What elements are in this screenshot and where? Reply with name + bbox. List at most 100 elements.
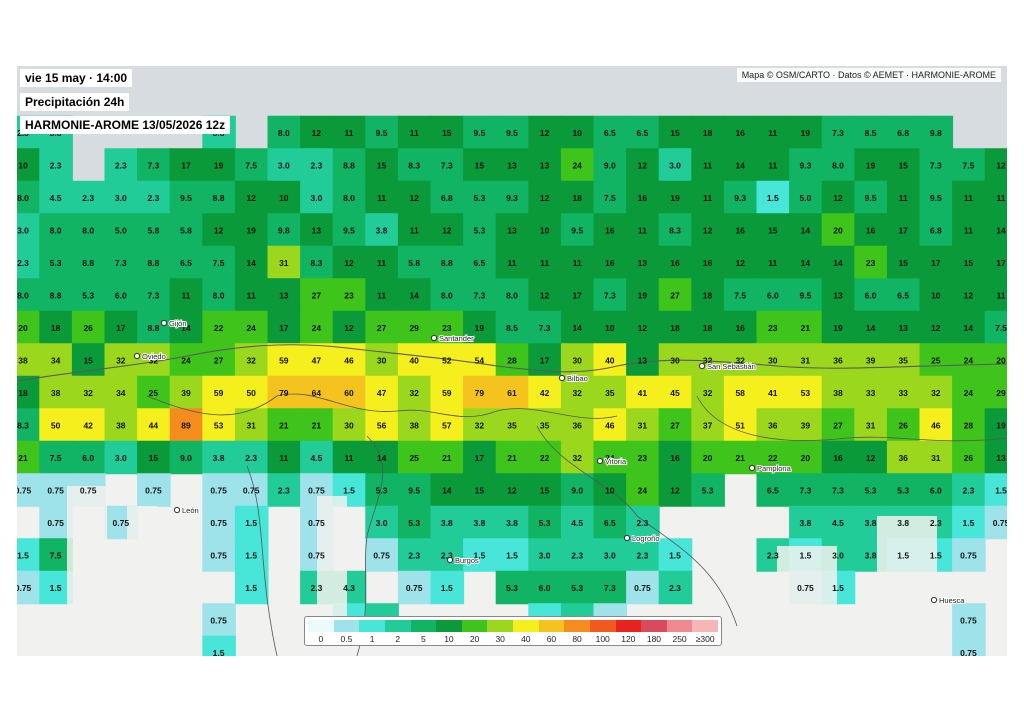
- precip-value: 21: [735, 453, 745, 463]
- precip-value: 8.3: [17, 421, 29, 431]
- precip-value: 17: [931, 258, 941, 268]
- precip-value: 8.8: [213, 193, 225, 203]
- precip-value: 2.3: [767, 551, 779, 561]
- precip-value: 11: [997, 193, 1006, 203]
- precip-value: 20: [18, 323, 28, 333]
- precip-value: 7.3: [832, 486, 844, 496]
- precip-value: 9.3: [506, 193, 518, 203]
- precip-value: 1.5: [832, 583, 844, 593]
- precip-value: 14: [996, 226, 1006, 236]
- precip-value: 38: [409, 421, 419, 431]
- precip-value: 13: [898, 323, 908, 333]
- precip-value: 14: [572, 323, 582, 333]
- precip-value: 21: [279, 421, 289, 431]
- legend-swatch: [410, 620, 437, 632]
- legend-label: 30: [495, 634, 505, 644]
- precip-value: 18: [18, 388, 28, 398]
- precip-value: 32: [572, 388, 582, 398]
- precip-value: 35: [540, 421, 550, 431]
- precip-value: 24: [246, 323, 256, 333]
- precip-value: 15: [964, 258, 974, 268]
- precip-value: 3.8: [473, 518, 485, 528]
- city-marker: [160, 319, 168, 327]
- precip-value: 12: [670, 486, 680, 496]
- precip-value: 33: [866, 388, 876, 398]
- precip-value: 53: [214, 421, 224, 431]
- precip-value: 11: [377, 193, 386, 203]
- precip-value: 2.3: [962, 486, 974, 496]
- precip-value: 0.75: [960, 648, 977, 656]
- precip-value: 14: [801, 226, 811, 236]
- precip-value: 41: [768, 388, 778, 398]
- precip-value: 14: [801, 258, 811, 268]
- precip-value: 32: [475, 421, 485, 431]
- precip-value: 2.3: [115, 161, 127, 171]
- precip-value: 14: [964, 323, 974, 333]
- precip-value: 13: [279, 291, 289, 301]
- precip-value: 6.0: [767, 291, 779, 301]
- precip-value: 64: [312, 388, 322, 398]
- precip-value: 2.3: [571, 551, 583, 561]
- precip-value: 61: [507, 388, 517, 398]
- city-label: Vitoria: [605, 457, 627, 466]
- forecast-map[interactable]: 2.33.83.88.012119.511159.59.512106.56.51…: [17, 66, 1007, 656]
- precip-value: 3.0: [115, 193, 127, 203]
- precip-value: 26: [898, 421, 908, 431]
- precip-value: 9.3: [734, 193, 746, 203]
- precip-value: 23: [344, 291, 354, 301]
- precip-value: 5.0: [115, 226, 127, 236]
- precip-value: 1.5: [213, 648, 225, 656]
- precip-value: 26: [964, 453, 974, 463]
- precip-value: 39: [801, 421, 811, 431]
- model-run-label: HARMONIE-AROME 13/05/2026 12z: [20, 116, 231, 134]
- precip-value: 8.8: [147, 258, 159, 268]
- precip-value: 8.3: [310, 258, 322, 268]
- precip-value: 6.0: [82, 453, 94, 463]
- precip-value: 46: [605, 421, 615, 431]
- precip-value: 6.5: [180, 258, 192, 268]
- precip-value: 11: [345, 128, 354, 138]
- precip-value: 17: [279, 323, 289, 333]
- precip-value: 46: [931, 421, 941, 431]
- legend-label: 100: [595, 634, 610, 644]
- precip-value: 12: [312, 128, 322, 138]
- legend-label: 10: [444, 634, 454, 644]
- precip-value: 38: [116, 421, 126, 431]
- precip-value: 79: [279, 388, 289, 398]
- precip-value: 7.3: [539, 323, 551, 333]
- precip-value: 89: [181, 421, 191, 431]
- precip-value: 1.5: [897, 551, 909, 561]
- legend-label: 180: [646, 634, 662, 644]
- city-marker: [558, 374, 566, 382]
- precip-value: 8.0: [343, 193, 355, 203]
- precip-value: 12: [996, 161, 1006, 171]
- precip-value: 23: [638, 453, 648, 463]
- precip-value: 12: [540, 291, 550, 301]
- city-marker: [173, 506, 181, 514]
- precip-value: 11: [964, 226, 973, 236]
- precip-value: 3.8: [865, 518, 877, 528]
- precip-value: 31: [638, 421, 648, 431]
- precip-value: 15: [540, 486, 550, 496]
- precip-value: 7.3: [604, 583, 616, 593]
- precip-value: 7.3: [930, 161, 942, 171]
- precip-value: 79: [475, 388, 485, 398]
- precip-value: 1.5: [343, 486, 355, 496]
- precip-value: 2.3: [930, 518, 942, 528]
- precip-value: 27: [214, 356, 224, 366]
- precip-value: 14: [735, 161, 745, 171]
- precip-value: 11: [410, 226, 419, 236]
- precip-value: 1.5: [799, 551, 811, 561]
- precip-value: 10: [540, 226, 550, 236]
- precip-value: 0.75: [210, 551, 227, 561]
- precip-value: 3.0: [17, 226, 29, 236]
- precip-value: 38: [51, 388, 61, 398]
- legend-swatch: [513, 620, 539, 632]
- precip-value: 51: [735, 421, 745, 431]
- precip-value: 32: [572, 453, 582, 463]
- precip-value: 3.0: [278, 161, 290, 171]
- precip-value: 4.5: [832, 518, 844, 528]
- precip-value: 1.5: [767, 193, 779, 203]
- precip-value: 59: [279, 356, 289, 366]
- precip-value: 7.5: [245, 161, 257, 171]
